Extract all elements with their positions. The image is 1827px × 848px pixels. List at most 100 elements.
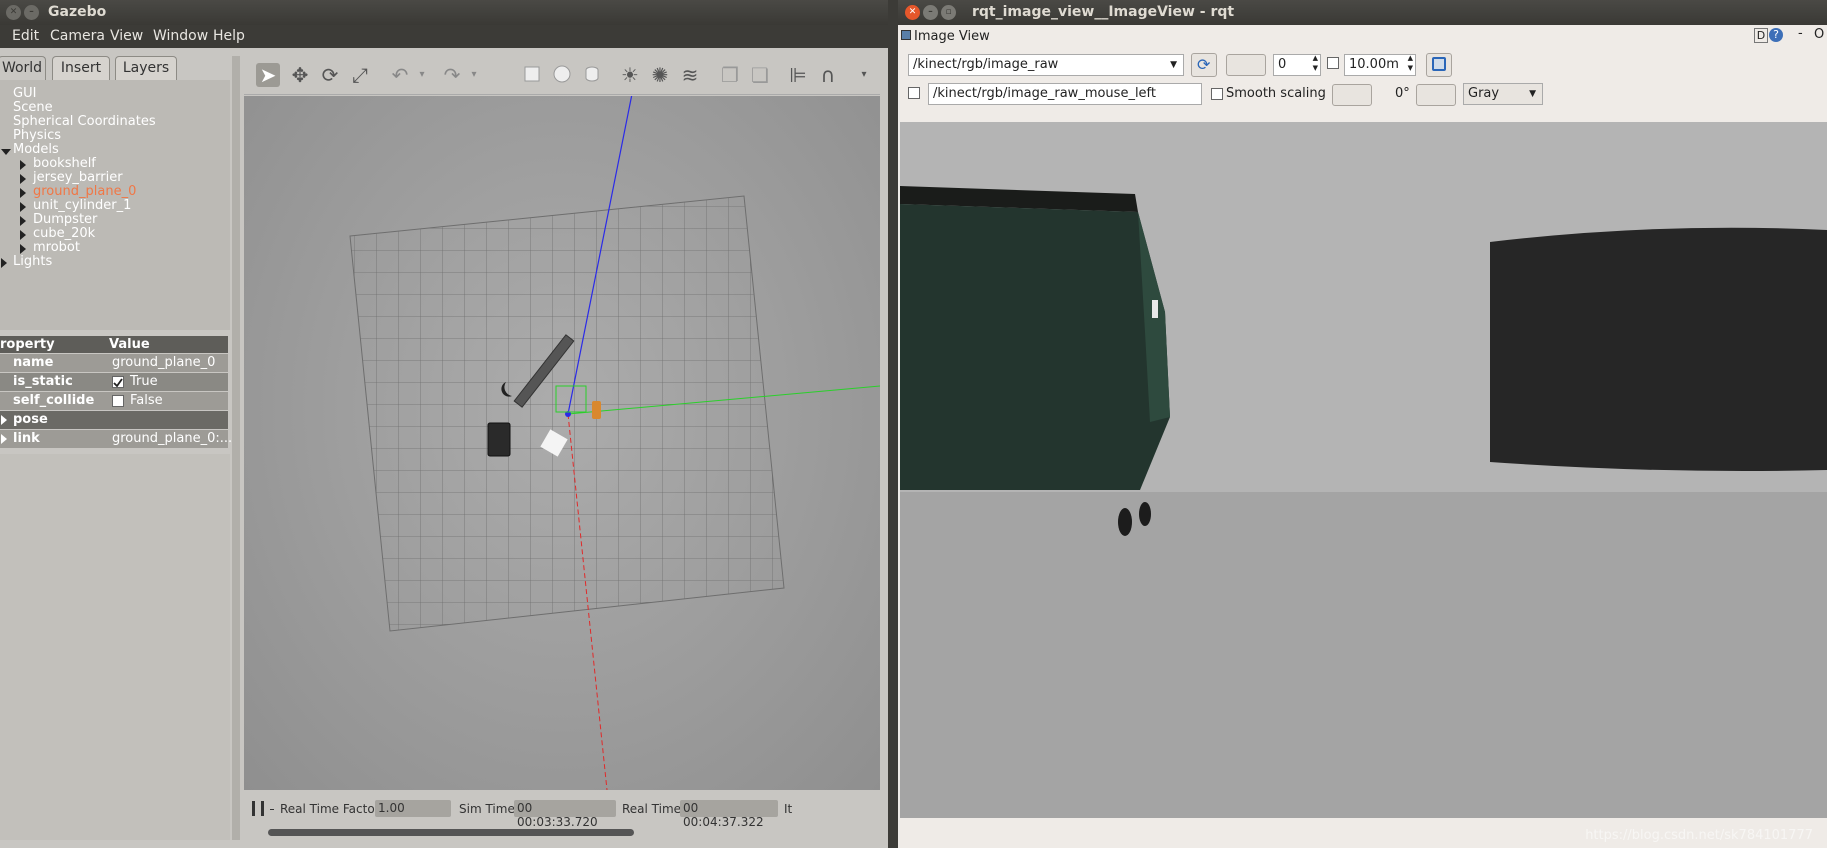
undo-history-icon[interactable]: ▾ (410, 63, 434, 87)
menu-window[interactable]: Window (153, 28, 208, 44)
mrobot-model[interactable] (592, 401, 601, 419)
splitter[interactable] (232, 56, 240, 840)
tab-layers[interactable]: Layers (115, 56, 177, 80)
property-row-self-collide[interactable]: self_collide False (0, 392, 228, 410)
dock-d-button[interactable]: D (1754, 28, 1768, 43)
expand-right-icon[interactable] (20, 244, 26, 254)
help-icon[interactable]: ? (1769, 28, 1783, 42)
close-icon[interactable]: ✕ (6, 5, 21, 20)
select-mode-icon[interactable]: ➤ (256, 63, 280, 87)
expand-right-icon[interactable] (20, 230, 26, 240)
gazebo-toolbar: ➤ ✥ ⟳ ⤢ ↶ ▾ ↷ ▾ ☀ ✺ ≋ ❐ ❏ ⊫ ∩ ▾ (244, 55, 880, 95)
camera-image-view[interactable] (900, 122, 1827, 818)
rotate-left-button[interactable] (1332, 84, 1372, 106)
rotate-mode-icon[interactable]: ⟳ (318, 63, 342, 87)
window-title: rqt_image_view__ImageView - rqt (972, 4, 1235, 20)
tree-item-physics[interactable]: Physics (13, 129, 61, 143)
dumpster-model[interactable] (487, 422, 511, 457)
expand-right-icon[interactable] (20, 188, 26, 198)
expand-right-icon[interactable] (20, 216, 26, 226)
step-icon[interactable] (270, 809, 274, 810)
property-row-is-static[interactable]: is_static True (0, 373, 228, 391)
horizontal-scrollbar[interactable] (268, 829, 634, 836)
sim-time-value: 00 00:03:33.720 (514, 800, 616, 829)
colormap-combobox[interactable]: Gray ▼ (1463, 83, 1543, 105)
property-row-link[interactable]: link ground_plane_0:... (0, 430, 232, 448)
expand-right-icon[interactable] (1, 258, 7, 268)
tree-item-spherical-coordinates[interactable]: Spherical Coordinates (13, 115, 156, 129)
topic-combobox[interactable]: /kinect/rgb/image_raw ▼ (908, 54, 1184, 76)
translate-mode-icon[interactable]: ✥ (288, 63, 312, 87)
tree-model-dumpster[interactable]: Dumpster (33, 213, 97, 227)
tree-item-lights[interactable]: Lights (13, 255, 52, 269)
menu-camera[interactable]: Camera (50, 28, 105, 44)
toolbar-more-icon[interactable]: ▾ (852, 63, 876, 87)
dumpster-body (900, 204, 1170, 490)
close-icon[interactable]: ✕ (905, 5, 920, 20)
sphere-shape-icon[interactable] (550, 63, 574, 87)
copy-icon[interactable]: ❐ (718, 63, 742, 87)
undo-icon[interactable]: ↶ (388, 63, 412, 87)
tree-model-mrobot[interactable]: mrobot (33, 241, 80, 255)
paste-icon[interactable]: ❏ (748, 63, 772, 87)
property-value: False (130, 393, 163, 408)
minimize-icon[interactable]: – (24, 5, 39, 20)
self-collide-checkbox[interactable] (112, 395, 124, 407)
tree-model-unit-cylinder[interactable]: unit_cylinder_1 (33, 199, 131, 213)
menu-edit[interactable]: Edit (12, 28, 39, 44)
directional-light-icon[interactable]: ≋ (678, 63, 702, 87)
close-plugin-button[interactable]: O (1814, 27, 1824, 42)
redo-icon[interactable]: ↷ (440, 63, 464, 87)
expand-down-icon[interactable] (1, 149, 11, 155)
box-shape-icon[interactable] (520, 63, 544, 87)
tab-insert[interactable]: Insert (52, 56, 110, 80)
property-row-name[interactable]: name ground_plane_0 (0, 354, 228, 372)
tree-model-cube[interactable]: cube_20k (33, 227, 95, 241)
tree-item-gui[interactable]: GUI (13, 87, 36, 101)
spot-light-icon[interactable]: ✺ (648, 63, 672, 87)
number-spinbox[interactable]: 0 ▲ ▼ (1273, 54, 1321, 76)
menu-view[interactable]: View (110, 28, 143, 44)
range-checkbox[interactable] (1327, 57, 1339, 69)
tree-model-ground-plane-selected[interactable]: ground_plane_0 (33, 185, 136, 199)
rotate-right-button[interactable] (1416, 84, 1456, 106)
rtf-label: Real Time Factor: (280, 802, 384, 816)
3d-viewport[interactable] (244, 96, 880, 790)
range-spinbox[interactable]: 10.00m ▲ ▼ (1344, 54, 1416, 76)
tree-item-models[interactable]: Models (13, 143, 59, 157)
refresh-topics-button[interactable]: ⟳ (1191, 53, 1217, 77)
spin-arrows-icon[interactable]: ▲ ▼ (1408, 53, 1413, 73)
menu-help[interactable]: Help (213, 28, 245, 44)
align-icon[interactable]: ⊫ (786, 63, 810, 87)
spin-arrows-icon[interactable]: ▲ ▼ (1313, 53, 1318, 73)
scene-render[interactable] (244, 96, 880, 790)
tree-item-scene[interactable]: Scene (13, 101, 53, 115)
expand-right-icon[interactable] (20, 160, 26, 170)
minimize-icon[interactable]: – (923, 5, 938, 20)
property-row-pose[interactable]: pose (0, 411, 228, 429)
point-light-icon[interactable]: ☀ (618, 63, 642, 87)
property-value: ground_plane_0 (112, 355, 216, 370)
expand-right-icon[interactable] (20, 202, 26, 212)
smooth-scaling-checkbox[interactable] (1211, 88, 1223, 100)
maximize-icon[interactable]: ▫ (941, 5, 956, 20)
tree-model-jersey-barrier[interactable]: jersey_barrier (33, 171, 123, 185)
rtf-value: 1.00 (375, 800, 451, 817)
pause-icon[interactable] (252, 801, 264, 816)
expand-right-icon[interactable] (1, 434, 7, 444)
expand-right-icon[interactable] (20, 174, 26, 184)
snap-icon[interactable]: ∩ (816, 63, 840, 87)
tree-model-bookshelf[interactable]: bookshelf (33, 157, 96, 171)
minimize-plugin-button[interactable]: - (1798, 26, 1803, 41)
is-static-checkbox[interactable] (112, 376, 124, 388)
property-key: link (13, 431, 40, 446)
mouse-topic-input[interactable]: /kinect/rgb/image_raw_mouse_left (928, 83, 1202, 105)
mouse-publish-checkbox[interactable] (908, 87, 920, 99)
redo-history-icon[interactable]: ▾ (462, 63, 486, 87)
save-image-button[interactable] (1426, 53, 1452, 77)
blank-button[interactable] (1226, 54, 1266, 76)
tab-world[interactable]: World (0, 56, 46, 80)
cylinder-shape-icon[interactable] (580, 63, 604, 87)
expand-right-icon[interactable] (1, 415, 7, 425)
scale-mode-icon[interactable]: ⤢ (348, 63, 372, 87)
